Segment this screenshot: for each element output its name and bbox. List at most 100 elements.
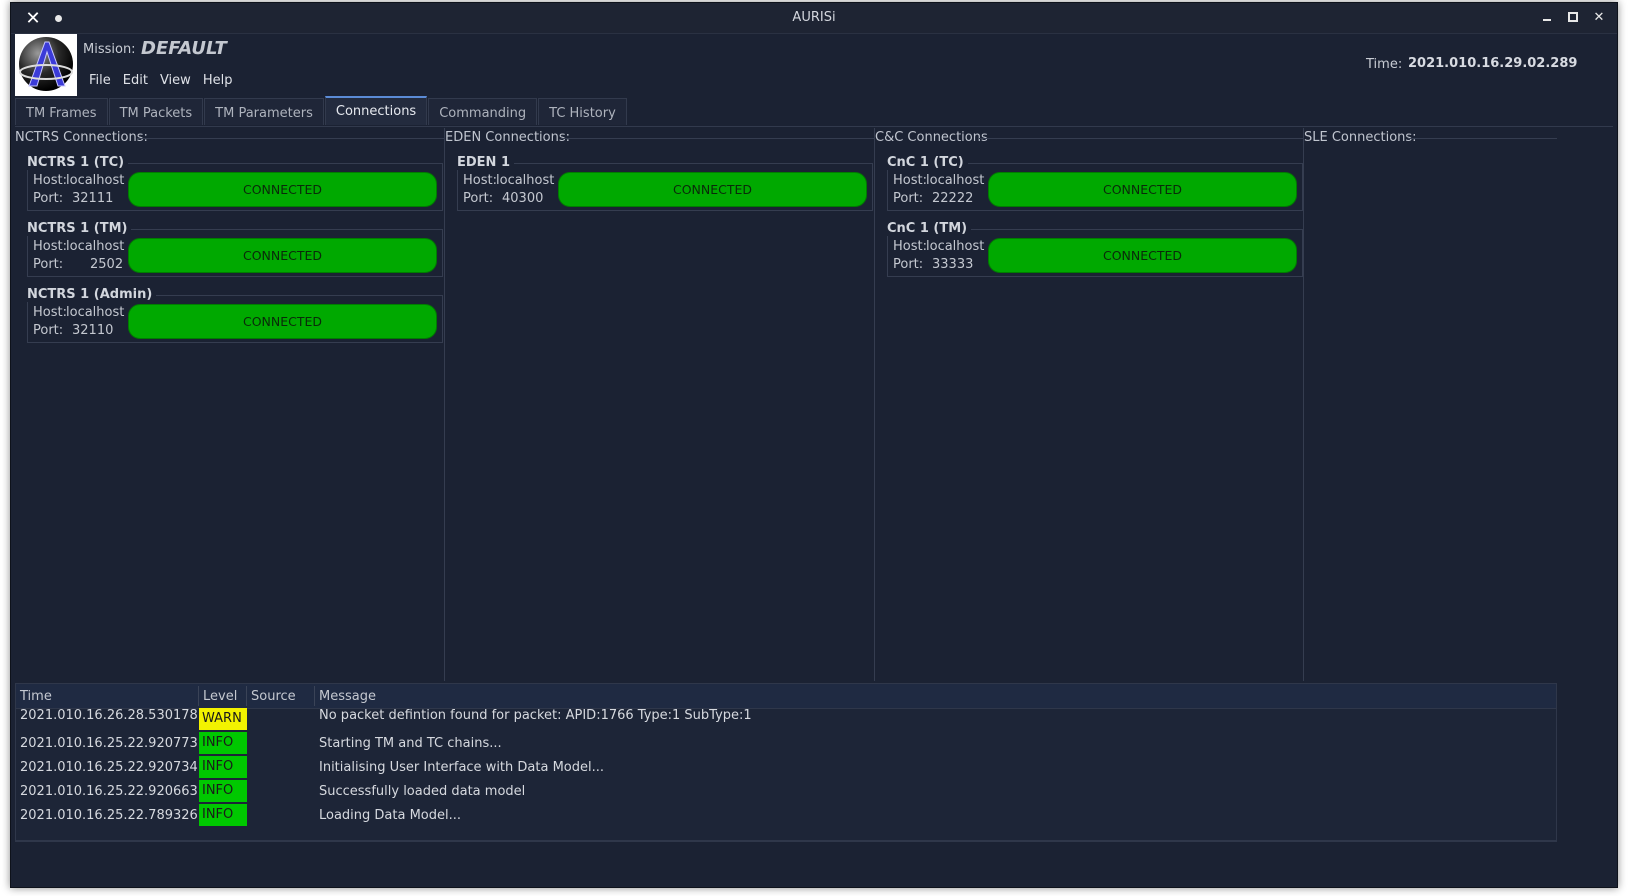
connection-status-button[interactable]: CONNECTED (558, 172, 867, 207)
port-value: 32110 (72, 323, 114, 338)
status-bar (15, 841, 1557, 854)
host-label: Host: (33, 239, 67, 254)
column-title-line (137, 138, 444, 139)
mission-label: Mission: (83, 42, 136, 57)
log-level-badge: INFO (199, 732, 247, 754)
log-time: 2021.010.16.25.22.920734 (20, 760, 198, 775)
host-value: localhost (66, 239, 125, 254)
connection-name: NCTRS 1 (TM) (27, 221, 132, 236)
log-message: Successfully loaded data model (319, 784, 526, 799)
time-label: Time: (1366, 57, 1403, 72)
column-title-line (1408, 138, 1557, 139)
connection-status-button[interactable]: CONNECTED (128, 172, 437, 207)
log-message: Initialising User Interface with Data Mo… (319, 760, 605, 775)
column-title-line (979, 138, 1303, 139)
tab-tm-frames[interactable]: TM Frames (15, 98, 108, 125)
port-label: Port: (33, 323, 64, 338)
event-log-table[interactable]: Time Level Source Message 2021.010.16.26… (15, 683, 1557, 841)
log-row[interactable]: 2021.010.16.25.22.920734 INFO Initialisi… (16, 756, 1556, 780)
log-time: 2021.010.16.25.22.789326 (20, 808, 198, 823)
host-value: localhost (496, 173, 555, 188)
connection-panel: CnC 1 (TM) Host: localhost Port: 33333 C… (887, 221, 1303, 277)
host-value: localhost (66, 305, 125, 320)
menu-bar: File Edit View Help (83, 73, 238, 89)
log-header-time[interactable]: Time (20, 689, 52, 704)
log-level-badge: INFO (199, 756, 247, 778)
cnc-column-title: C&C Connections (875, 130, 988, 145)
tab-tm-parameters[interactable]: TM Parameters (204, 98, 324, 125)
column-separator (246, 686, 247, 706)
menu-edit[interactable]: Edit (117, 73, 154, 89)
log-message: Loading Data Model... (319, 808, 462, 823)
connection-status-button[interactable]: CONNECTED (988, 238, 1297, 273)
log-header-level[interactable]: Level (203, 689, 237, 704)
tab-tc-history[interactable]: TC History (538, 98, 627, 125)
connection-name: CnC 1 (TC) (887, 155, 968, 170)
port-value: 2502 (90, 257, 124, 272)
panel-top-line (958, 229, 1303, 230)
log-row[interactable]: 2021.010.16.26.28.530178 WARN No packet … (16, 708, 1556, 732)
nctrs-column-title: NCTRS Connections: (15, 130, 148, 145)
log-row[interactable]: 2021.010.16.25.22.789326 INFO Loading Da… (16, 804, 1556, 828)
log-level-badge: INFO (199, 804, 247, 826)
sle-column: SLE Connections: (1304, 128, 1557, 681)
eden-column: EDEN Connections: EDEN 1 Host: localhost… (445, 128, 875, 681)
log-level-badge: INFO (199, 780, 247, 802)
connection-status-button[interactable]: CONNECTED (128, 304, 437, 339)
panel-top-line (510, 163, 873, 164)
port-label: Port: (893, 257, 924, 272)
connection-panel: EDEN 1 Host: localhost Port: 40300 CONNE… (457, 155, 873, 211)
tab-commanding[interactable]: Commanding (428, 98, 538, 125)
connection-name: NCTRS 1 (TC) (27, 155, 129, 170)
tab-tm-packets[interactable]: TM Packets (108, 98, 204, 125)
aurisi-logo (15, 34, 77, 96)
maximize-button[interactable] (1565, 9, 1581, 25)
column-separator (314, 686, 315, 706)
host-label: Host: (33, 173, 67, 188)
nctrs-column: NCTRS Connections: NCTRS 1 (TC) Host: lo… (15, 128, 445, 681)
window-title: AURISi (792, 10, 836, 25)
menu-view[interactable]: View (154, 73, 197, 89)
logo-icon (15, 34, 77, 96)
log-message: No packet defintion found for packet: AP… (319, 708, 752, 723)
port-label: Port: (33, 191, 64, 206)
port-value: 33333 (932, 257, 974, 272)
log-table-header: Time Level Source Message (16, 684, 1556, 709)
log-row[interactable]: 2021.010.16.25.22.920663 INFO Successful… (16, 780, 1556, 804)
connection-panel: NCTRS 1 (TM) Host: localhost Port: 2502 … (27, 221, 443, 277)
port-value: 40300 (502, 191, 544, 206)
port-value: 22222 (932, 191, 974, 206)
host-value: localhost (926, 173, 985, 188)
host-value: localhost (926, 239, 985, 254)
log-message: Starting TM and TC chains... (319, 736, 502, 751)
connection-status-button[interactable]: CONNECTED (988, 172, 1297, 207)
host-label: Host: (893, 239, 927, 254)
log-header-message[interactable]: Message (319, 689, 376, 704)
app-window: ✕ AURISi ✕ Mission: DEFAULT File Edit Vi… (10, 2, 1618, 888)
minimize-button[interactable] (1539, 9, 1555, 25)
panel-top-line (116, 229, 443, 230)
connection-panel: NCTRS 1 (Admin) Host: localhost Port: 32… (27, 287, 443, 343)
panel-top-line (954, 163, 1303, 164)
log-row[interactable]: 2021.010.16.25.22.920773 INFO Starting T… (16, 732, 1556, 756)
log-time: 2021.010.16.26.28.530178 (20, 708, 198, 723)
connection-name: NCTRS 1 (Admin) (27, 287, 157, 302)
connection-status-button[interactable]: CONNECTED (128, 238, 437, 273)
host-label: Host: (463, 173, 497, 188)
connection-panel: CnC 1 (TC) Host: localhost Port: 22222 C… (887, 155, 1303, 211)
time-value: 2021.010.16.29.02.289 (1408, 56, 1578, 71)
tabs-divider (15, 126, 1613, 127)
menu-help[interactable]: Help (197, 73, 239, 89)
tab-connections[interactable]: Connections (324, 96, 428, 125)
title-bar: ✕ AURISi ✕ (11, 3, 1617, 34)
close-button[interactable]: ✕ (1591, 9, 1607, 25)
port-value: 32111 (72, 191, 114, 206)
host-label: Host: (893, 173, 927, 188)
column-title-line (561, 138, 874, 139)
menu-file[interactable]: File (83, 73, 117, 89)
log-header-source[interactable]: Source (251, 689, 296, 704)
log-time: 2021.010.16.25.22.920773 (20, 736, 198, 751)
tab-bar: TM Frames TM Packets TM Parameters Conne… (15, 96, 628, 125)
eden-column-title: EDEN Connections: (445, 130, 571, 145)
panel-top-line (112, 163, 443, 164)
